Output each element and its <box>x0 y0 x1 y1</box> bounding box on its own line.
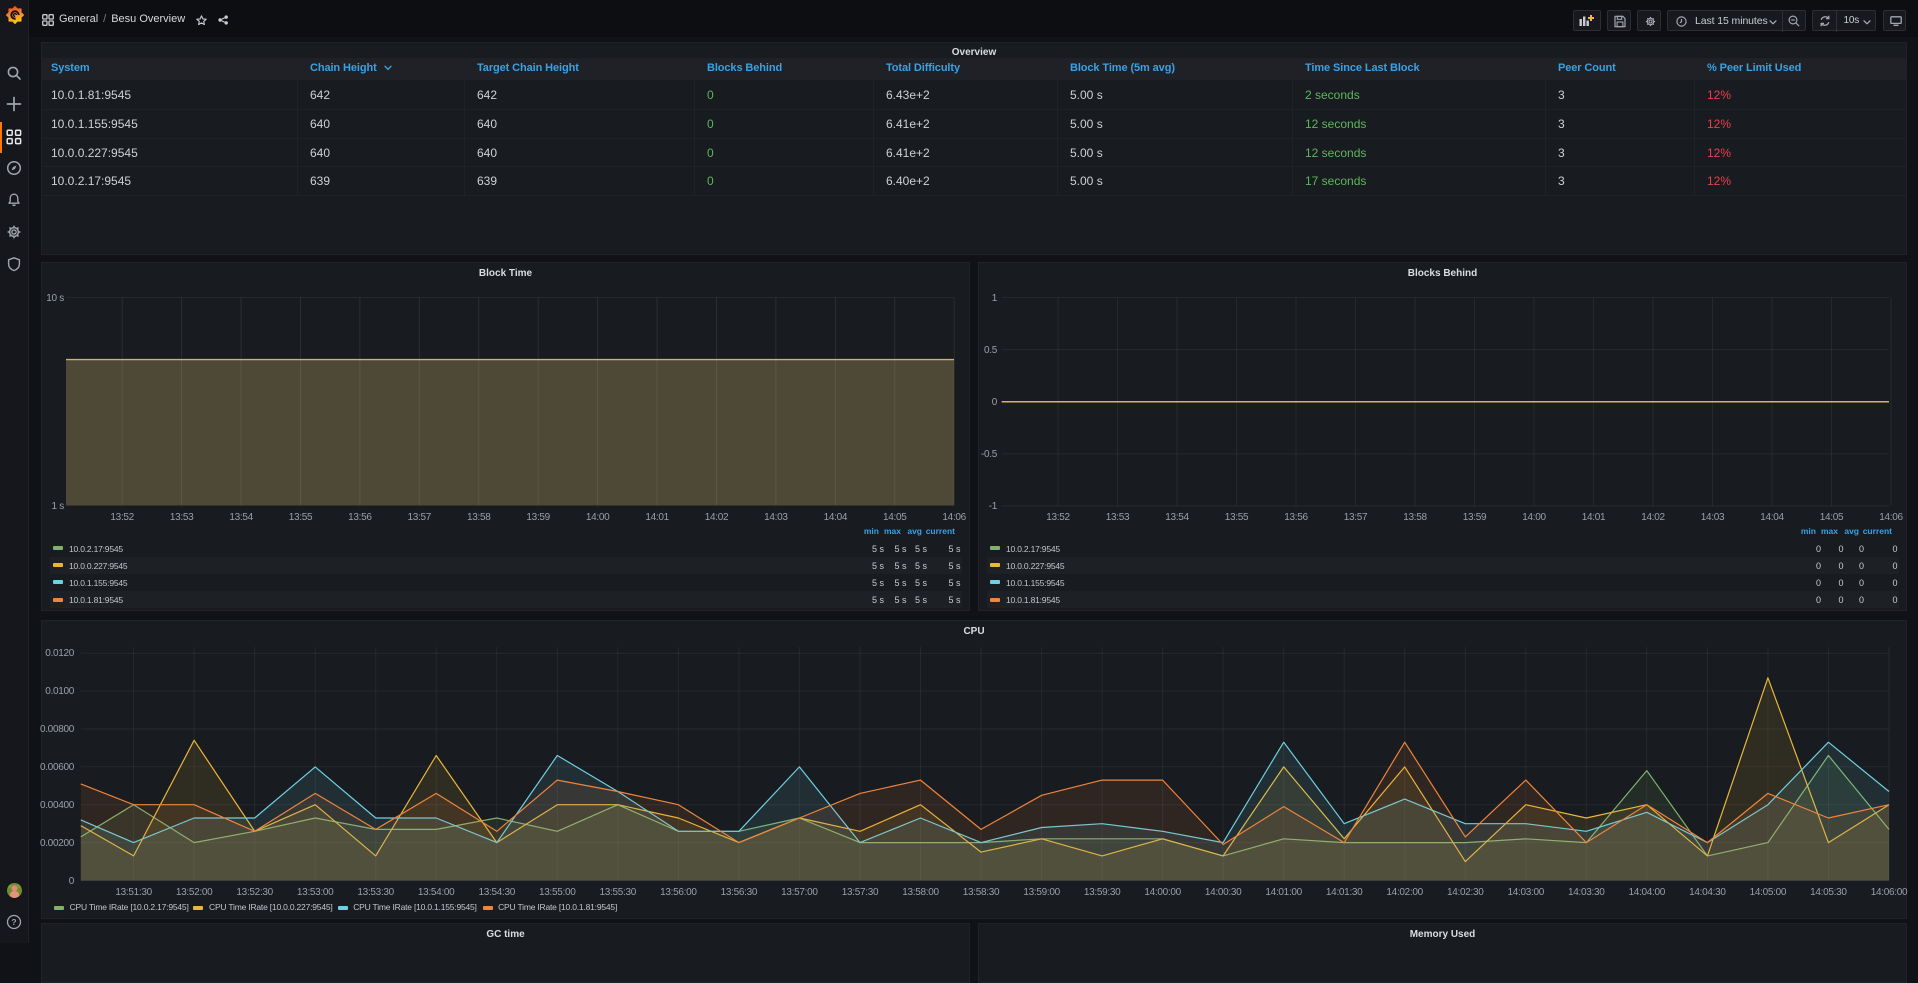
svg-text:?: ? <box>11 917 16 927</box>
